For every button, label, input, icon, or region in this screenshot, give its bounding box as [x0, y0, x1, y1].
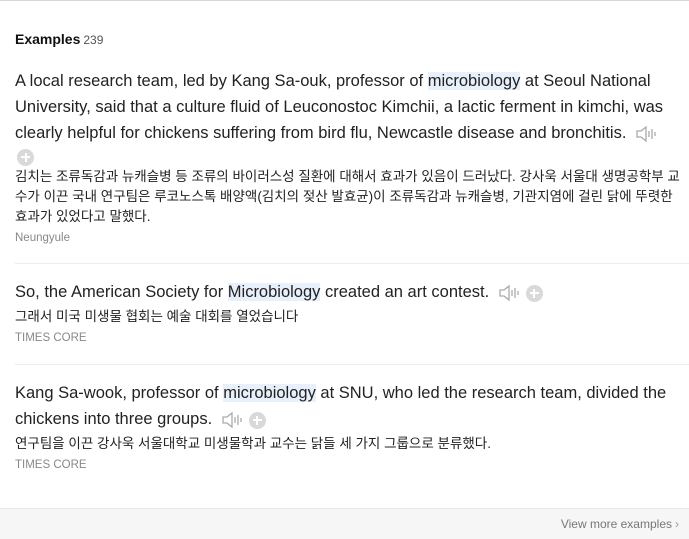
- example-korean: 연구팀을 이끈 강사욱 서울대학교 미생물학과 교수는 닭들 세 가지 그룹으로…: [15, 435, 491, 451]
- add-to-wordbook-icon[interactable]: [17, 148, 34, 166]
- example-english: Kang Sa-wook, professor of microbiology …: [15, 384, 667, 429]
- examples-header: Examples 239: [15, 31, 103, 49]
- view-more-examples-link[interactable]: View more examples ›: [561, 517, 679, 531]
- divider: [15, 263, 689, 264]
- keyword-highlight: microbiology: [427, 72, 521, 90]
- example-source: TIMES CORE: [15, 331, 87, 344]
- add-to-wordbook-icon[interactable]: [525, 284, 543, 302]
- example-korean: 그래서 미국 미생물 협회는 예술 대회를 열었습니다: [15, 308, 299, 324]
- example-item: Kang Sa-wook, professor of microbiology …: [15, 380, 686, 471]
- keyword-highlight: Microbiology: [227, 283, 321, 301]
- example-english: A local research team, led by Kang Sa-ou…: [15, 72, 664, 143]
- example-english: So, the American Society for Microbiolog…: [15, 279, 686, 306]
- footer-bar: View more examples ›: [0, 508, 689, 539]
- examples-count: 239: [83, 33, 104, 47]
- examples-title: Examples: [15, 31, 81, 47]
- example-source: Neungyule: [15, 231, 70, 244]
- example-item: So, the American Society for Microbiolog…: [15, 279, 686, 344]
- top-border: [0, 0, 689, 1]
- speaker-icon[interactable]: [498, 284, 520, 302]
- chevron-right-icon: ›: [675, 517, 679, 531]
- divider: [15, 364, 689, 365]
- example-source: TIMES CORE: [15, 458, 87, 471]
- speaker-icon[interactable]: [635, 125, 657, 143]
- add-to-wordbook-icon[interactable]: [248, 411, 266, 429]
- speaker-icon[interactable]: [221, 411, 243, 429]
- example-item: A local research team, led by Kang Sa-ou…: [15, 68, 686, 244]
- example-korean: 김치는 조류독감과 뉴캐슬병 등 조류의 바이러스성 질환에 대해서 효과가 있…: [15, 168, 680, 224]
- keyword-highlight: microbiology: [223, 384, 316, 402]
